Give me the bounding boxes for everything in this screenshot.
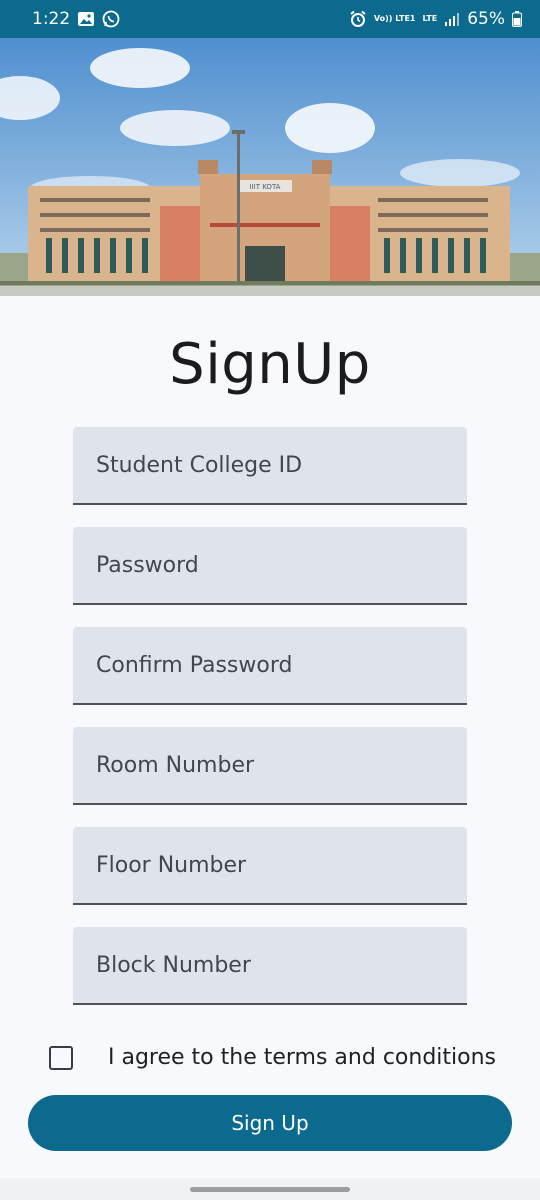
confirm-password-input[interactable] <box>73 627 467 703</box>
room-number-field[interactable] <box>73 727 467 805</box>
navigation-bar <box>0 1178 540 1200</box>
password-field[interactable] <box>73 527 467 605</box>
password-input[interactable] <box>73 527 467 603</box>
block-number-input[interactable] <box>73 927 467 1003</box>
terms-row: I agree to the terms and conditions <box>49 1045 496 1070</box>
home-gesture-handle[interactable] <box>190 1187 350 1192</box>
terms-label[interactable]: I agree to the terms and conditions <box>108 1045 496 1070</box>
floor-number-input[interactable] <box>73 827 467 903</box>
status-time: 1:22 <box>32 9 71 29</box>
page-title: SignUp <box>169 332 371 397</box>
network-label: Vo)) LTE1 <box>374 15 416 23</box>
gallery-icon <box>77 11 95 27</box>
volte-label: Vo)) LTE1 <box>373 14 416 23</box>
confirm-password-field[interactable] <box>73 627 467 705</box>
building-sign: IIIT KOTA <box>250 183 281 191</box>
lte-label-wrap: LTE <box>423 15 438 23</box>
sign-up-button[interactable]: Sign Up <box>28 1095 512 1151</box>
lte-label: LTE <box>422 14 438 23</box>
campus-image: IIIT KOTA <box>0 38 540 296</box>
battery-icon <box>512 11 522 27</box>
whatsapp-icon <box>102 10 120 28</box>
battery-percent: 65% <box>467 9 505 29</box>
student-id-field[interactable] <box>73 427 467 505</box>
signal-icon <box>444 12 460 26</box>
alarm-icon <box>349 10 367 28</box>
signup-form: SignUp I agree to the terms and conditio… <box>0 296 540 1178</box>
status-bar: 1:22 Vo)) LTE1 LTE 65% <box>0 0 540 38</box>
room-number-input[interactable] <box>73 727 467 803</box>
floor-number-field[interactable] <box>73 827 467 905</box>
block-number-field[interactable] <box>73 927 467 1005</box>
student-id-input[interactable] <box>73 427 467 503</box>
terms-checkbox[interactable] <box>49 1045 73 1070</box>
